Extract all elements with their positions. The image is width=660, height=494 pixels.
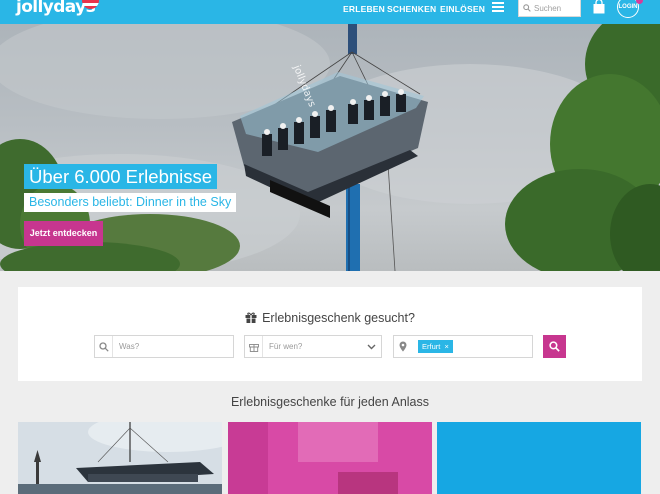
- gift-search-heading-text: Erlebnisgeschenk gesucht?: [262, 311, 415, 325]
- hero-cta-button[interactable]: Jetzt entdecken: [24, 221, 103, 246]
- nav-schenken[interactable]: SCHENKEN: [387, 4, 436, 14]
- for-whom-placeholder: Für wen?: [269, 342, 303, 351]
- location-field[interactable]: Erfurt ×: [393, 335, 533, 358]
- card-1-image: [18, 422, 222, 494]
- gift-search-panel: Erlebnisgeschenk gesucht? Was? Für wen?: [18, 287, 642, 381]
- shopping-bag-icon[interactable]: [593, 0, 605, 14]
- login-button[interactable]: LOGIN: [617, 0, 639, 18]
- what-field-placeholder: Was?: [119, 342, 140, 351]
- hero-banner: jollydays Über 6.000 Erlebnisse Besonder…: [0, 24, 660, 271]
- hero-title: Über 6.000 Erlebnisse: [24, 164, 218, 189]
- occasion-card-1[interactable]: [18, 422, 222, 494]
- nav-einloesen[interactable]: EINLÖSEN: [440, 4, 485, 14]
- search-icon: [523, 4, 531, 12]
- top-header: jollydays ERLEBEN SCHENKEN EINLÖSEN LOGI…: [0, 0, 660, 24]
- location-chip-erfurt[interactable]: Erfurt ×: [418, 340, 453, 353]
- hamburger-menu-icon[interactable]: [492, 2, 504, 13]
- chip-remove-icon[interactable]: ×: [444, 342, 448, 351]
- location-pin-icon: [399, 341, 407, 352]
- search-icon: [549, 341, 560, 352]
- search-submit-button[interactable]: [543, 335, 566, 358]
- occasion-card-3[interactable]: [437, 422, 641, 494]
- occasions-heading: Erlebnisgeschenke für jeden Anlass: [230, 395, 430, 409]
- header-search[interactable]: [518, 0, 581, 17]
- what-field[interactable]: Was?: [94, 335, 234, 358]
- login-notification-badge: [636, 0, 643, 4]
- location-chip-label: Erfurt: [422, 342, 441, 351]
- nav-erleben[interactable]: ERLEBEN: [343, 4, 385, 14]
- card-2-image: [228, 422, 432, 494]
- gift-icon: [245, 312, 257, 323]
- for-whom-select[interactable]: Für wen?: [244, 335, 382, 358]
- gift-search-heading: Erlebnisgeschenk gesucht?: [18, 311, 642, 325]
- search-icon: [98, 341, 109, 352]
- header-search-input[interactable]: [534, 2, 580, 14]
- gift-icon: [248, 343, 259, 352]
- chevron-down-icon: [367, 344, 376, 350]
- hero-subtitle: Besonders beliebt: Dinner in the Sky: [24, 193, 237, 212]
- occasion-card-2[interactable]: [228, 422, 432, 494]
